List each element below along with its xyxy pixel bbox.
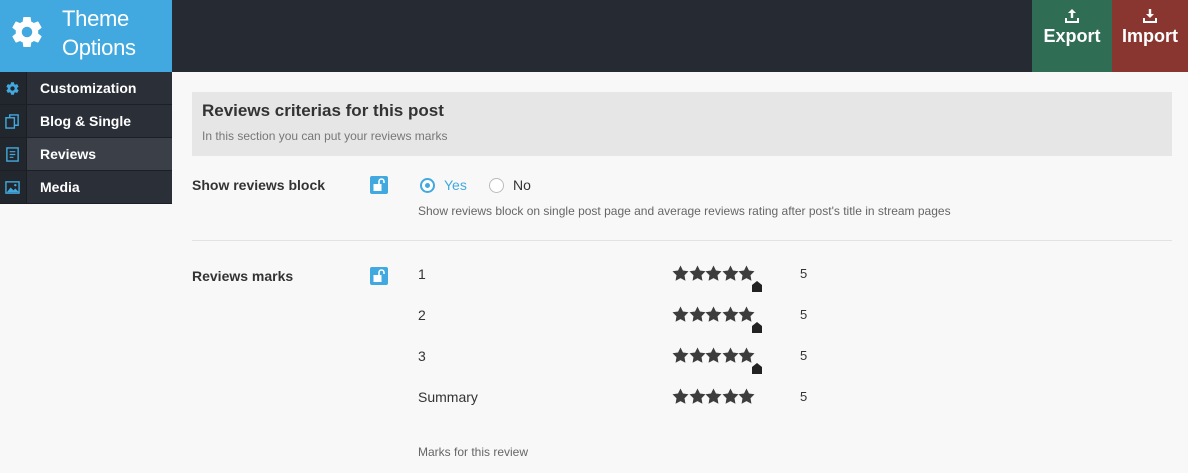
star-icon[interactable] [738, 265, 755, 282]
star-rating[interactable] [672, 265, 762, 292]
star-icon[interactable] [672, 347, 689, 364]
star-icon[interactable] [705, 306, 722, 323]
brand-panel: Theme Options [0, 0, 172, 72]
image-icon [5, 181, 20, 194]
gear-icon [12, 17, 42, 48]
star-icon[interactable] [738, 306, 755, 323]
star-rating[interactable] [672, 388, 762, 406]
show-reviews-label: Show reviews block [192, 177, 326, 193]
slider-handle-icon[interactable] [752, 322, 762, 333]
review-mark-name: 3 [418, 348, 426, 364]
sidebar-item-customization[interactable]: Customization [0, 72, 172, 105]
document-icon [6, 147, 19, 162]
copy-icon [5, 114, 19, 129]
sidebar-item-reviews[interactable]: Reviews [0, 138, 172, 171]
star-rating[interactable] [672, 347, 762, 374]
slider-handle-icon[interactable] [752, 281, 762, 292]
sidebar: Customization Blog & Single Reviews Medi… [0, 72, 172, 204]
unlock-icon[interactable] [370, 267, 388, 285]
sidebar-item-label: Reviews [40, 146, 97, 162]
section-description: In this section you can put your reviews… [202, 129, 448, 143]
top-bar [0, 0, 1188, 72]
review-mark-name: Summary [418, 389, 478, 405]
star-icon[interactable] [738, 347, 755, 364]
sidebar-item-label: Media [40, 179, 80, 195]
sidebar-item-label: Customization [40, 80, 137, 96]
section-header: Reviews criterias for this post In this … [192, 92, 1172, 156]
radio-circle [489, 178, 504, 193]
star-icon[interactable] [722, 306, 739, 323]
slider-handle-icon[interactable] [752, 363, 762, 374]
star-icon[interactable] [689, 306, 706, 323]
radio-label-yes: Yes [444, 177, 467, 193]
import-button[interactable]: Import [1112, 0, 1188, 72]
sidebar-item-media[interactable]: Media [0, 171, 172, 204]
gear-icon [6, 82, 19, 95]
upload-icon [1065, 9, 1079, 23]
star-icon[interactable] [689, 347, 706, 364]
padlock-glyph [373, 178, 385, 191]
star-icon[interactable] [672, 388, 689, 405]
review-mark-value: 5 [800, 266, 808, 281]
unlock-icon[interactable] [370, 176, 388, 194]
export-label: Export [1043, 26, 1101, 46]
star-icon[interactable] [705, 347, 722, 364]
review-mark-value: 5 [800, 348, 808, 363]
star-icon[interactable] [672, 306, 689, 323]
star-icon[interactable] [689, 265, 706, 282]
review-mark-value: 5 [800, 389, 808, 404]
import-label: Import [1122, 26, 1178, 46]
star-icon[interactable] [722, 347, 739, 364]
padlock-glyph [373, 269, 385, 282]
star-icon[interactable] [722, 265, 739, 282]
sidebar-item-label: Blog & Single [40, 113, 131, 129]
sidebar-item-blog-single[interactable]: Blog & Single [0, 105, 172, 138]
brand-title: Theme Options [62, 6, 136, 60]
export-button[interactable]: Export [1032, 0, 1112, 72]
star-icon[interactable] [722, 388, 739, 405]
star-icon[interactable] [705, 388, 722, 405]
star-icon[interactable] [705, 265, 722, 282]
divider [192, 240, 1172, 241]
section-title: Reviews criterias for this post [202, 101, 444, 120]
radio-label-no: No [513, 177, 531, 193]
review-mark-value: 5 [800, 307, 808, 322]
radio-circle [420, 178, 435, 193]
reviews-marks-label: Reviews marks [192, 268, 294, 284]
star-icon[interactable] [738, 388, 755, 405]
download-icon [1143, 9, 1157, 23]
show-reviews-help: Show reviews block on single post page a… [418, 204, 951, 218]
review-mark-name: 1 [418, 266, 426, 282]
reviews-marks-help: Marks for this review [418, 445, 529, 459]
star-icon[interactable] [689, 388, 706, 405]
star-rating[interactable] [672, 306, 762, 333]
review-mark-name: 2 [418, 307, 426, 323]
star-icon[interactable] [672, 265, 689, 282]
